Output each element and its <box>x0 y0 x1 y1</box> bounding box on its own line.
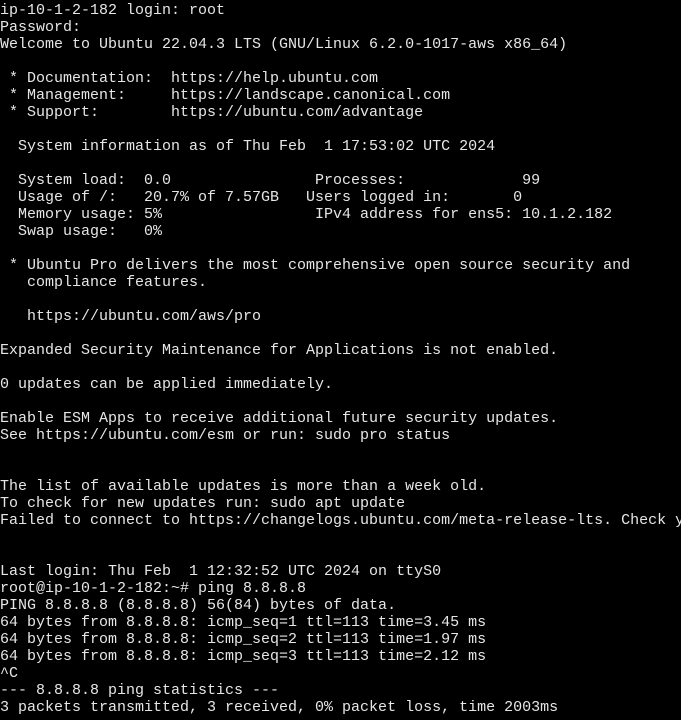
terminal-line: 3 packets transmitted, 3 received, 0% pa… <box>0 699 559 716</box>
terminal-line: * Support: https://ubuntu.com/advantage <box>0 104 424 121</box>
terminal-line: * Management: https://landscape.canonica… <box>0 87 451 104</box>
terminal-line: compliance features. <box>0 274 208 291</box>
terminal-line: To check for new updates run: sudo apt u… <box>0 495 406 512</box>
terminal-line: Enable ESM Apps to receive additional fu… <box>0 410 559 427</box>
terminal-line: root@ip-10-1-2-182:~# ping 8.8.8.8 <box>0 580 307 597</box>
terminal-line: System load: 0.0 Processes: 99 <box>0 172 541 189</box>
terminal-line: ^C <box>0 665 19 682</box>
terminal-line: Password: <box>0 19 82 36</box>
terminal-line: Memory usage: 5% IPv4 address for ens5: … <box>0 206 613 223</box>
terminal-line: Swap usage: 0% <box>0 223 163 240</box>
terminal-window[interactable]: ip-10-1-2-182 login: root Password: Welcom… <box>0 0 681 720</box>
terminal-line: See https://ubuntu.com/esm or run: sudo … <box>0 427 451 444</box>
terminal-line: Last login: Thu Feb 1 12:32:52 UTC 2024 … <box>0 563 442 580</box>
terminal-line: System information as of Thu Feb 1 17:53… <box>0 138 496 155</box>
terminal-line: Welcome to Ubuntu 22.04.3 LTS (GNU/Linux… <box>0 36 568 53</box>
terminal-line: * Ubuntu Pro delivers the most comprehen… <box>0 257 631 274</box>
terminal-line: The list of available updates is more th… <box>0 478 487 495</box>
terminal-line: * Documentation: https://help.ubuntu.com <box>0 70 379 87</box>
terminal-line: 0 updates can be applied immediately. <box>0 376 334 393</box>
terminal-line: --- 8.8.8.8 ping statistics --- <box>0 682 280 699</box>
terminal-line: 64 bytes from 8.8.8.8: icmp_seq=3 ttl=11… <box>0 648 487 665</box>
terminal-line: Usage of /: 20.7% of 7.57GB Users logged… <box>0 189 523 206</box>
terminal-line: https://ubuntu.com/aws/pro <box>0 308 262 325</box>
terminal-line: Failed to connect to https://changelogs.… <box>0 512 681 529</box>
terminal-line: ip-10-1-2-182 login: root <box>0 2 226 19</box>
terminal-line: Expanded Security Maintenance for Applic… <box>0 342 559 359</box>
terminal-line: 64 bytes from 8.8.8.8: icmp_seq=1 ttl=11… <box>0 614 487 631</box>
terminal-line: PING 8.8.8.8 (8.8.8.8) 56(84) bytes of d… <box>0 597 397 614</box>
terminal-line: 64 bytes from 8.8.8.8: icmp_seq=2 ttl=11… <box>0 631 487 648</box>
